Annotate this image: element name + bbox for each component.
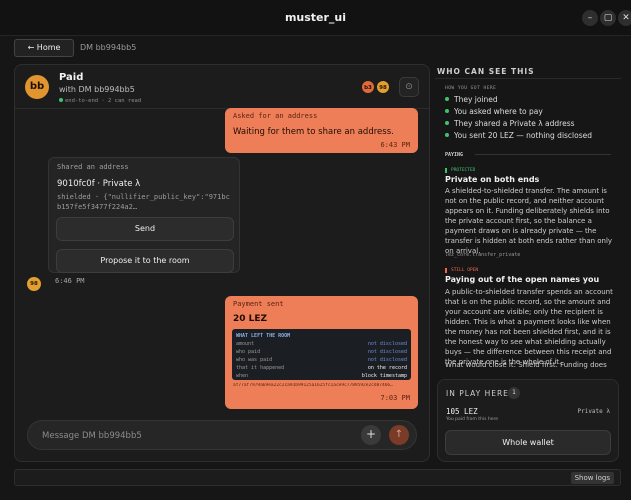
section-title: Paying out of the open names you: [445, 275, 600, 284]
home-button[interactable]: ← Home: [14, 39, 74, 57]
plus-icon[interactable]: +: [361, 425, 381, 445]
chat-title: Paid: [59, 72, 84, 83]
check-dot-icon: [445, 97, 449, 101]
account-kind: Private λ: [577, 408, 610, 415]
list-item: You sent 20 LEZ — nothing disclosed: [445, 131, 592, 140]
panel-title: WHO CAN SEE THIS: [437, 67, 535, 76]
chat-header: bb Paid with DM bb994bb5 end-to-end · 2 …: [15, 65, 429, 109]
visibility-panel: WHO CAN SEE THIS HOW YOU GOT HERE They j…: [435, 64, 621, 378]
table-row: when block timestamp: [236, 373, 407, 381]
breadcrumb: DM bb994bb5: [80, 43, 137, 52]
table-row: amount not disclosed: [236, 341, 407, 349]
whole-wallet-button[interactable]: Whole wallet: [445, 430, 611, 455]
message-time: 6:46 PM: [55, 277, 85, 285]
disclosure-table-title: WHAT LEFT THE ROOM: [236, 333, 291, 339]
list-item: You asked where to pay: [445, 107, 543, 116]
section-body: A public-to-shielded transfer spends an …: [445, 288, 613, 366]
status-dot-icon: [59, 98, 63, 102]
list-item: They joined: [445, 95, 498, 104]
disclosure-table: WHAT LEFT THE ROOM amount not disclosed w…: [232, 329, 411, 380]
row-key: that it happened: [236, 365, 285, 371]
list-item-text: They joined: [454, 95, 498, 104]
address-detail-line: shielded · {"nullifier_public_key":"971b…: [57, 193, 230, 201]
message-tag: Asked for an address: [233, 112, 318, 120]
message-tag: Shared an address: [57, 163, 129, 171]
row-key: who was paid: [236, 357, 273, 363]
maximize-icon[interactable]: ▢: [600, 10, 616, 26]
send-arrow-icon[interactable]: ↑: [389, 425, 409, 445]
message-time: 6:43 PM: [380, 141, 410, 149]
address-detail-line: b157fe5f3477f224a2…: [57, 202, 138, 211]
divider: [435, 78, 621, 79]
log-bar: Show logs: [14, 469, 621, 486]
address-title: 9010fc0f · Private λ: [57, 179, 141, 189]
address-detail: shielded · {"nullifier_public_key":"971b…: [57, 193, 235, 212]
transaction-hash: af77af7979a69ea22c2ca91b99125a1625fc1ace…: [233, 383, 393, 388]
send-button[interactable]: Send: [56, 217, 234, 241]
message-payment-sent: Payment sent 20 LEZ WHAT LEFT THE ROOM a…: [225, 296, 418, 409]
avatar: bb: [25, 75, 49, 99]
propose-to-room-button[interactable]: Propose it to the room: [56, 249, 234, 273]
payment-amount: 20 LEZ: [233, 314, 268, 324]
close-icon[interactable]: ✕: [618, 10, 631, 26]
list-item: They shared a Private λ address: [445, 119, 575, 128]
balance-amount: 105 LEZ: [446, 407, 478, 416]
row-value: not disclosed: [367, 357, 407, 363]
title-bar: muster_ui – ▢ ✕: [0, 0, 631, 36]
check-dot-icon: [445, 109, 449, 113]
panel-title: IN PLAY HERE: [446, 389, 509, 398]
section-note: What would close it: Shield first. Fundi…: [445, 361, 607, 369]
row-value: block timestamp: [361, 373, 407, 379]
divider: [475, 154, 611, 155]
message-text: Waiting for them to share an address.: [233, 127, 394, 137]
check-dot-icon: [445, 121, 449, 125]
avatar: 98: [27, 277, 41, 291]
message-tag: Payment sent: [233, 300, 284, 308]
status-badge: STILL OPEN: [445, 268, 478, 273]
show-logs-button[interactable]: Show logs: [570, 472, 614, 484]
message-shared-address: Shared an address 9010fc0f · Private λ s…: [48, 157, 240, 273]
function-name: lez_core.transfer_private: [445, 252, 521, 258]
message-composer: + ↑: [27, 420, 417, 450]
row-value: not disclosed: [367, 349, 407, 355]
row-value: on the record: [367, 365, 407, 371]
message-input[interactable]: [42, 429, 342, 443]
participant-avatar[interactable]: b3: [361, 80, 375, 94]
info-icon[interactable]: ⊙: [399, 77, 419, 97]
status-badge: PROTECTED: [445, 168, 475, 173]
participant-avatar[interactable]: 98: [376, 80, 390, 94]
table-row: that it happened on the record: [236, 365, 407, 373]
section-label: HOW YOU GOT HERE: [445, 86, 497, 91]
section-title: Private on both ends: [445, 175, 540, 184]
count-badge: 1: [508, 387, 520, 399]
encryption-status-text: end-to-end · 2 can read: [65, 98, 142, 104]
chat-subtitle: with DM bb994bb5: [59, 85, 135, 94]
message-asked-address: Asked for an address Waiting for them to…: [225, 108, 418, 153]
encryption-status: end-to-end · 2 can read: [59, 98, 141, 104]
balance-note: You paid from this here: [446, 417, 499, 422]
row-key: when: [236, 373, 249, 379]
chat-panel: bb Paid with DM bb994bb5 end-to-end · 2 …: [14, 64, 430, 462]
row-value: not disclosed: [367, 341, 407, 347]
table-row: who was paid not disclosed: [236, 357, 407, 365]
window-title: muster_ui: [284, 11, 347, 24]
minimize-icon[interactable]: –: [582, 10, 598, 26]
row-key: who paid: [236, 349, 261, 355]
in-play-panel: IN PLAY HERE 1 105 LEZ Private λ You pai…: [437, 379, 619, 462]
list-item-text: They shared a Private λ address: [454, 119, 575, 128]
check-dot-icon: [445, 133, 449, 137]
list-item-text: You sent 20 LEZ — nothing disclosed: [454, 131, 593, 140]
table-row: who paid not disclosed: [236, 349, 407, 357]
section-body: A shielded-to-shielded transfer. The amo…: [445, 187, 613, 255]
row-key: amount: [236, 341, 255, 347]
section-label: PAYING: [445, 152, 464, 158]
message-time: 7:03 PM: [380, 394, 410, 402]
list-item-text: You asked where to pay: [454, 107, 543, 116]
